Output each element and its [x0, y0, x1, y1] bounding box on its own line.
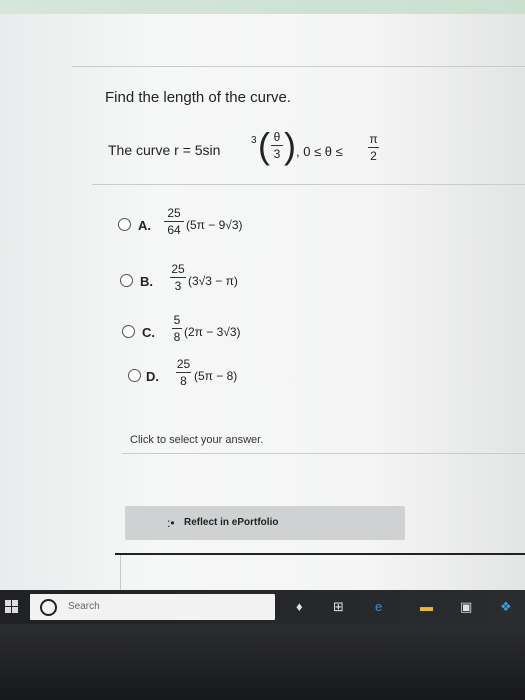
- range-numerator: π: [369, 132, 378, 146]
- file-explorer-icon[interactable]: ▬: [420, 600, 433, 614]
- windows-taskbar: Search ♦ ⊞ e ▬ ▣ ❖: [0, 590, 525, 624]
- question-divider: [92, 184, 525, 185]
- header-divider: [72, 66, 525, 67]
- theta-denominator: 3: [273, 147, 281, 161]
- answer-option-d[interactable]: D. 25 8 (5π − 8): [128, 357, 378, 397]
- option-coefficient: 5 8: [172, 313, 182, 344]
- curve-equation: The curve r = 5sin 3 ( θ 3 ) , 0 ≤ θ ≤ π…: [108, 125, 398, 175]
- option-letter: B.: [140, 274, 153, 289]
- option-coefficient: 25 64: [164, 206, 184, 237]
- option-expression: (5π − 9√3): [186, 218, 243, 232]
- answer-option-c[interactable]: C. 5 8 (2π − 3√3): [122, 312, 372, 352]
- windows-start-icon[interactable]: [5, 600, 18, 613]
- curve-exponent: 3: [251, 135, 257, 146]
- reflect-label: Reflect in ePortfolio: [184, 517, 279, 528]
- cortana-icon: [40, 599, 57, 616]
- range-fraction: π 2: [368, 132, 379, 163]
- option-letter: A.: [138, 218, 151, 233]
- option-expression: (2π − 3√3): [184, 325, 241, 339]
- radio-button[interactable]: [118, 218, 131, 231]
- microphone-icon[interactable]: ♦: [296, 600, 303, 614]
- radio-button[interactable]: [128, 369, 141, 382]
- radio-button[interactable]: [120, 274, 133, 287]
- panel-edge: [120, 555, 121, 590]
- option-letter: D.: [146, 369, 159, 384]
- search-placeholder: Search: [68, 601, 100, 612]
- radio-button[interactable]: [122, 325, 135, 338]
- task-view-icon[interactable]: ⊞: [333, 600, 344, 614]
- instruction-divider: [122, 453, 525, 454]
- question-prompt: Find the length of the curve.: [105, 89, 291, 106]
- range-label: , 0 ≤ θ ≤: [296, 144, 343, 159]
- top-band: [0, 0, 525, 14]
- answer-option-b[interactable]: B. 25 3 (3√3 − π): [120, 260, 370, 300]
- reflect-icon: :•: [167, 516, 175, 530]
- curve-label: The curve r = 5sin: [108, 142, 221, 158]
- desk-surface: [0, 624, 525, 700]
- option-letter: C.: [142, 325, 155, 340]
- answer-option-a[interactable]: A. 25 64 (5π − 9√3): [118, 204, 368, 244]
- store-icon[interactable]: ▣: [460, 600, 472, 614]
- option-expression: (3√3 − π): [188, 274, 238, 288]
- theta-numerator: θ: [273, 130, 281, 144]
- bottom-rule: [115, 553, 525, 555]
- theta-fraction: θ 3: [271, 130, 283, 161]
- option-coefficient: 25 3: [170, 262, 186, 293]
- range-denominator: 2: [370, 149, 377, 163]
- option-coefficient: 25 8: [176, 357, 191, 388]
- instruction-text: Click to select your answer.: [130, 434, 264, 446]
- reflect-eportfolio-button[interactable]: :• Reflect in ePortfolio: [125, 506, 405, 540]
- screen: Find the length of the curve. The curve …: [0, 0, 525, 590]
- option-expression: (5π − 8): [194, 369, 238, 383]
- left-paren: (: [258, 125, 270, 166]
- taskbar-search-box[interactable]: Search: [30, 594, 275, 620]
- edge-browser-icon[interactable]: e: [375, 600, 382, 614]
- dropbox-icon[interactable]: ❖: [500, 600, 512, 614]
- right-paren: ): [284, 125, 296, 166]
